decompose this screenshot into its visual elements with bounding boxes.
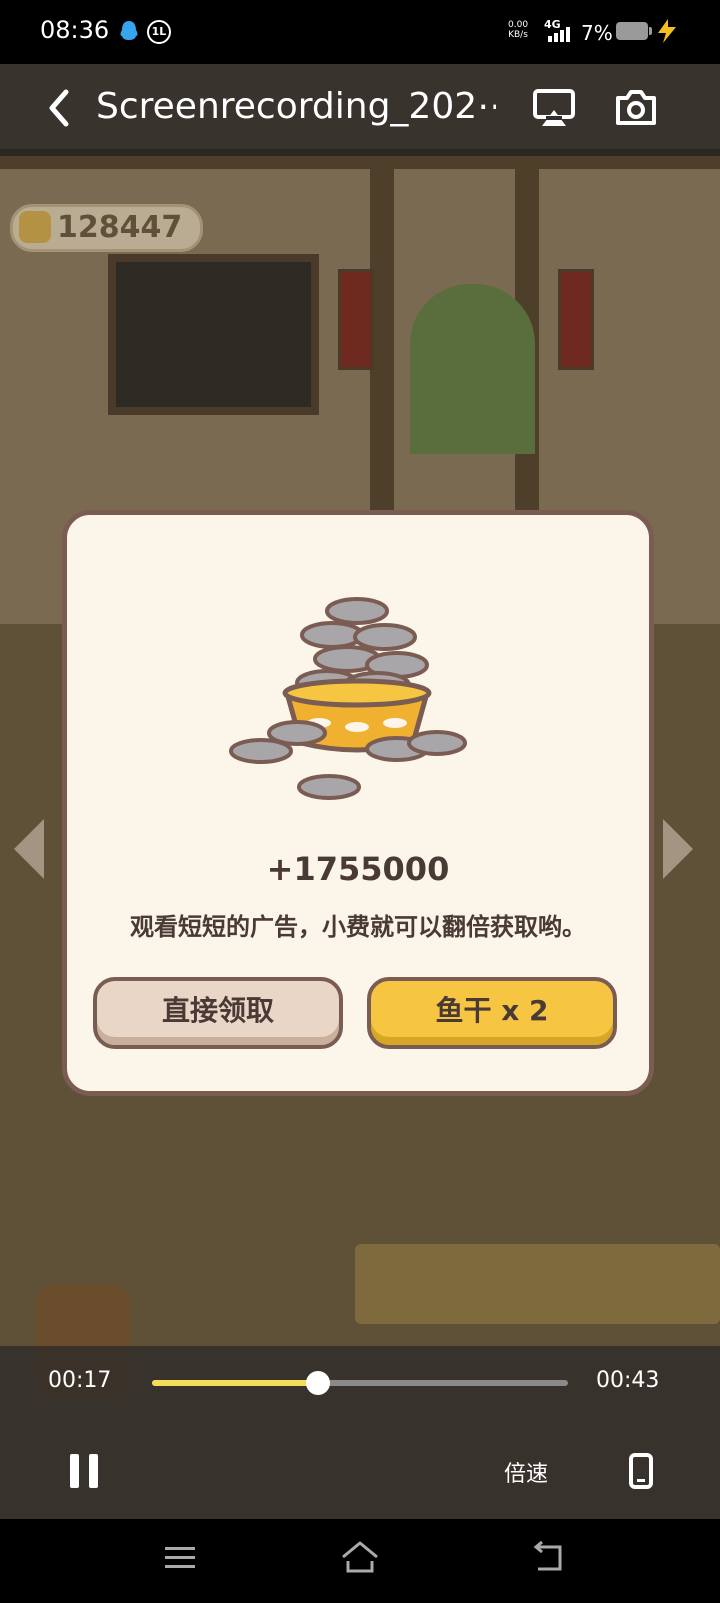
- player-top-bar: Screenrecording_202⋯: [0, 64, 720, 156]
- back-arrow-icon[interactable]: [46, 88, 72, 128]
- scroll-right-arrow-icon[interactable]: [663, 819, 693, 879]
- chalkboard: [108, 254, 319, 415]
- signal-icon: 4G: [544, 18, 570, 42]
- qq-notification-icon: [120, 21, 138, 40]
- seek-handle[interactable]: [306, 1371, 331, 1395]
- svg-text:4G: 4G: [544, 18, 561, 31]
- scroll-left-arrow-icon[interactable]: [14, 819, 44, 879]
- currency-icon: [19, 211, 51, 243]
- back-icon[interactable]: [530, 1541, 566, 1575]
- duration: 00:43: [596, 1368, 660, 1393]
- double-reward-button[interactable]: 鱼干 x 2: [367, 977, 617, 1049]
- reward-amount: +1755000: [266, 850, 450, 888]
- pause-icon[interactable]: [68, 1452, 100, 1490]
- reward-dialog: +1755000 观看短短的广告，小费就可以翻倍获取哟。 直接领取 鱼干 x 2: [62, 510, 654, 1096]
- couplet-banner: [558, 269, 594, 370]
- garden-doorway: [410, 284, 535, 454]
- home-icon[interactable]: [340, 1539, 380, 1575]
- currency-value: 128447: [57, 210, 183, 245]
- playback-speed-button[interactable]: 倍速: [504, 1456, 548, 1488]
- claim-directly-button[interactable]: 直接领取: [93, 977, 343, 1049]
- navigation-bar: [0, 1519, 720, 1603]
- charging-bolt-icon: [658, 19, 676, 43]
- currency-counter: 128447: [10, 204, 204, 252]
- status-bar: 08:36 1L 0.00 KB/s 4G 7%: [0, 0, 720, 64]
- current-time: 00:17: [48, 1368, 112, 1393]
- reward-description: 观看短短的广告，小费就可以翻倍获取哟。: [130, 913, 586, 941]
- menu-icon[interactable]: [164, 1543, 196, 1573]
- screenshot-camera-icon[interactable]: [614, 90, 658, 126]
- seek-bar[interactable]: [152, 1371, 568, 1395]
- network-speed-value: 0.00: [508, 20, 529, 30]
- dried-fish-bowl-icon: [229, 597, 467, 800]
- couplet-banner: [338, 269, 374, 370]
- battery-percent: 7%: [581, 21, 613, 45]
- status-time: 08:36: [40, 16, 110, 44]
- hd-call-icon: 1L: [147, 20, 171, 44]
- player-controls: 00:17 00:43 倍速: [0, 1346, 720, 1519]
- video-title: Screenrecording_202⋯: [96, 86, 496, 127]
- rotate-screen-icon[interactable]: [628, 1452, 654, 1490]
- network-speed: 0.00 KB/s: [508, 20, 528, 40]
- network-speed-unit: KB/s: [508, 30, 528, 40]
- counter-table: [355, 1244, 720, 1324]
- seek-bar-progress: [152, 1380, 319, 1386]
- battery-icon: [616, 22, 652, 40]
- screen-cast-icon[interactable]: [532, 88, 576, 128]
